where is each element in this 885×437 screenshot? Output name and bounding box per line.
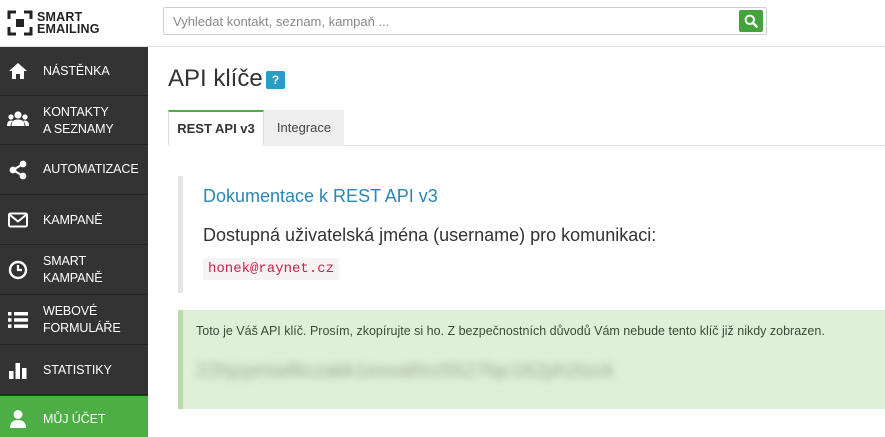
api-info-block: Dokumentace k REST API v3 Dostupná uživa… bbox=[178, 176, 885, 293]
sidebar-item-label: SMART KAMPANĚ bbox=[43, 254, 103, 285]
api-key-value[interactable]: 22hjzpmiaf6czakk1exxathrz5527lqc162ph2tz… bbox=[196, 360, 614, 383]
tab-rest-api-v3[interactable]: REST API v3 bbox=[168, 110, 264, 146]
user-icon bbox=[7, 408, 29, 430]
sidebar: NÁSTĚNKA KONTAKTY A SEZNAMY AUTOMATIZACE… bbox=[0, 47, 148, 437]
search-button[interactable] bbox=[739, 10, 763, 32]
search-box bbox=[163, 7, 767, 35]
tab-bar: REST API v3 Integrace bbox=[168, 110, 885, 146]
envelope-icon bbox=[7, 209, 29, 231]
main-content: API klíče ? REST API v3 Integrace Dokume… bbox=[148, 47, 885, 437]
help-icon[interactable]: ? bbox=[266, 71, 285, 89]
logo-text-line2: EMAILING bbox=[37, 22, 100, 36]
share-icon bbox=[7, 159, 29, 181]
sidebar-item-label: AUTOMATIZACE bbox=[43, 162, 139, 176]
sidebar-item-label: NÁSTĚNKA bbox=[43, 64, 110, 78]
sidebar-item-kontakty[interactable]: KONTAKTY A SEZNAMY bbox=[0, 96, 148, 145]
sidebar-item-nastenka[interactable]: NÁSTĚNKA bbox=[0, 47, 148, 96]
search-icon bbox=[744, 14, 758, 28]
users-icon bbox=[7, 109, 29, 131]
sidebar-item-automatizace[interactable]: AUTOMATIZACE bbox=[0, 145, 148, 195]
sidebar-item-label: MŮJ ÚČET bbox=[43, 412, 106, 426]
usernames-label: Dostupná uživatelská jména (username) pr… bbox=[203, 225, 657, 245]
sidebar-item-statistiky[interactable]: STATISTIKY bbox=[0, 345, 148, 395]
page-title: API klíče bbox=[168, 65, 263, 92]
sidebar-item-label: KAMPANĚ bbox=[43, 213, 103, 227]
logo[interactable]: SMART EMAILING bbox=[7, 9, 117, 37]
logo-text: SMART EMAILING bbox=[37, 11, 100, 36]
bar-chart-icon bbox=[7, 359, 29, 381]
sidebar-item-smart-kampane[interactable]: SMART KAMPANĚ bbox=[0, 245, 148, 295]
sidebar-item-kampane[interactable]: KAMPANĚ bbox=[0, 195, 148, 245]
list-icon bbox=[7, 309, 29, 331]
sidebar-item-muj-ucet[interactable]: MŮJ ÚČET bbox=[0, 396, 148, 437]
sidebar-item-label: WEBOVÉ FORMULÁŘE bbox=[43, 304, 121, 335]
home-icon bbox=[7, 60, 29, 82]
top-bar: SMART EMAILING bbox=[0, 0, 885, 47]
search-input[interactable] bbox=[164, 8, 736, 34]
alert-message: Toto je Váš API klíč. Prosím, zkopírujte… bbox=[196, 324, 825, 338]
documentation-link[interactable]: Dokumentace k REST API v3 bbox=[203, 186, 438, 207]
tab-integrace[interactable]: Integrace bbox=[264, 110, 344, 146]
sidebar-item-label: STATISTIKY bbox=[43, 363, 112, 377]
clock-icon bbox=[7, 259, 29, 281]
sidebar-item-webove-formulare[interactable]: WEBOVÉ FORMULÁŘE bbox=[0, 295, 148, 345]
logo-mark-icon bbox=[7, 10, 33, 36]
api-key-alert: Toto je Váš API klíč. Prosím, zkopírujte… bbox=[178, 310, 885, 409]
sidebar-item-label: KONTAKTY A SEZNAMY bbox=[43, 105, 114, 136]
username-value: honek@raynet.cz bbox=[203, 258, 340, 280]
